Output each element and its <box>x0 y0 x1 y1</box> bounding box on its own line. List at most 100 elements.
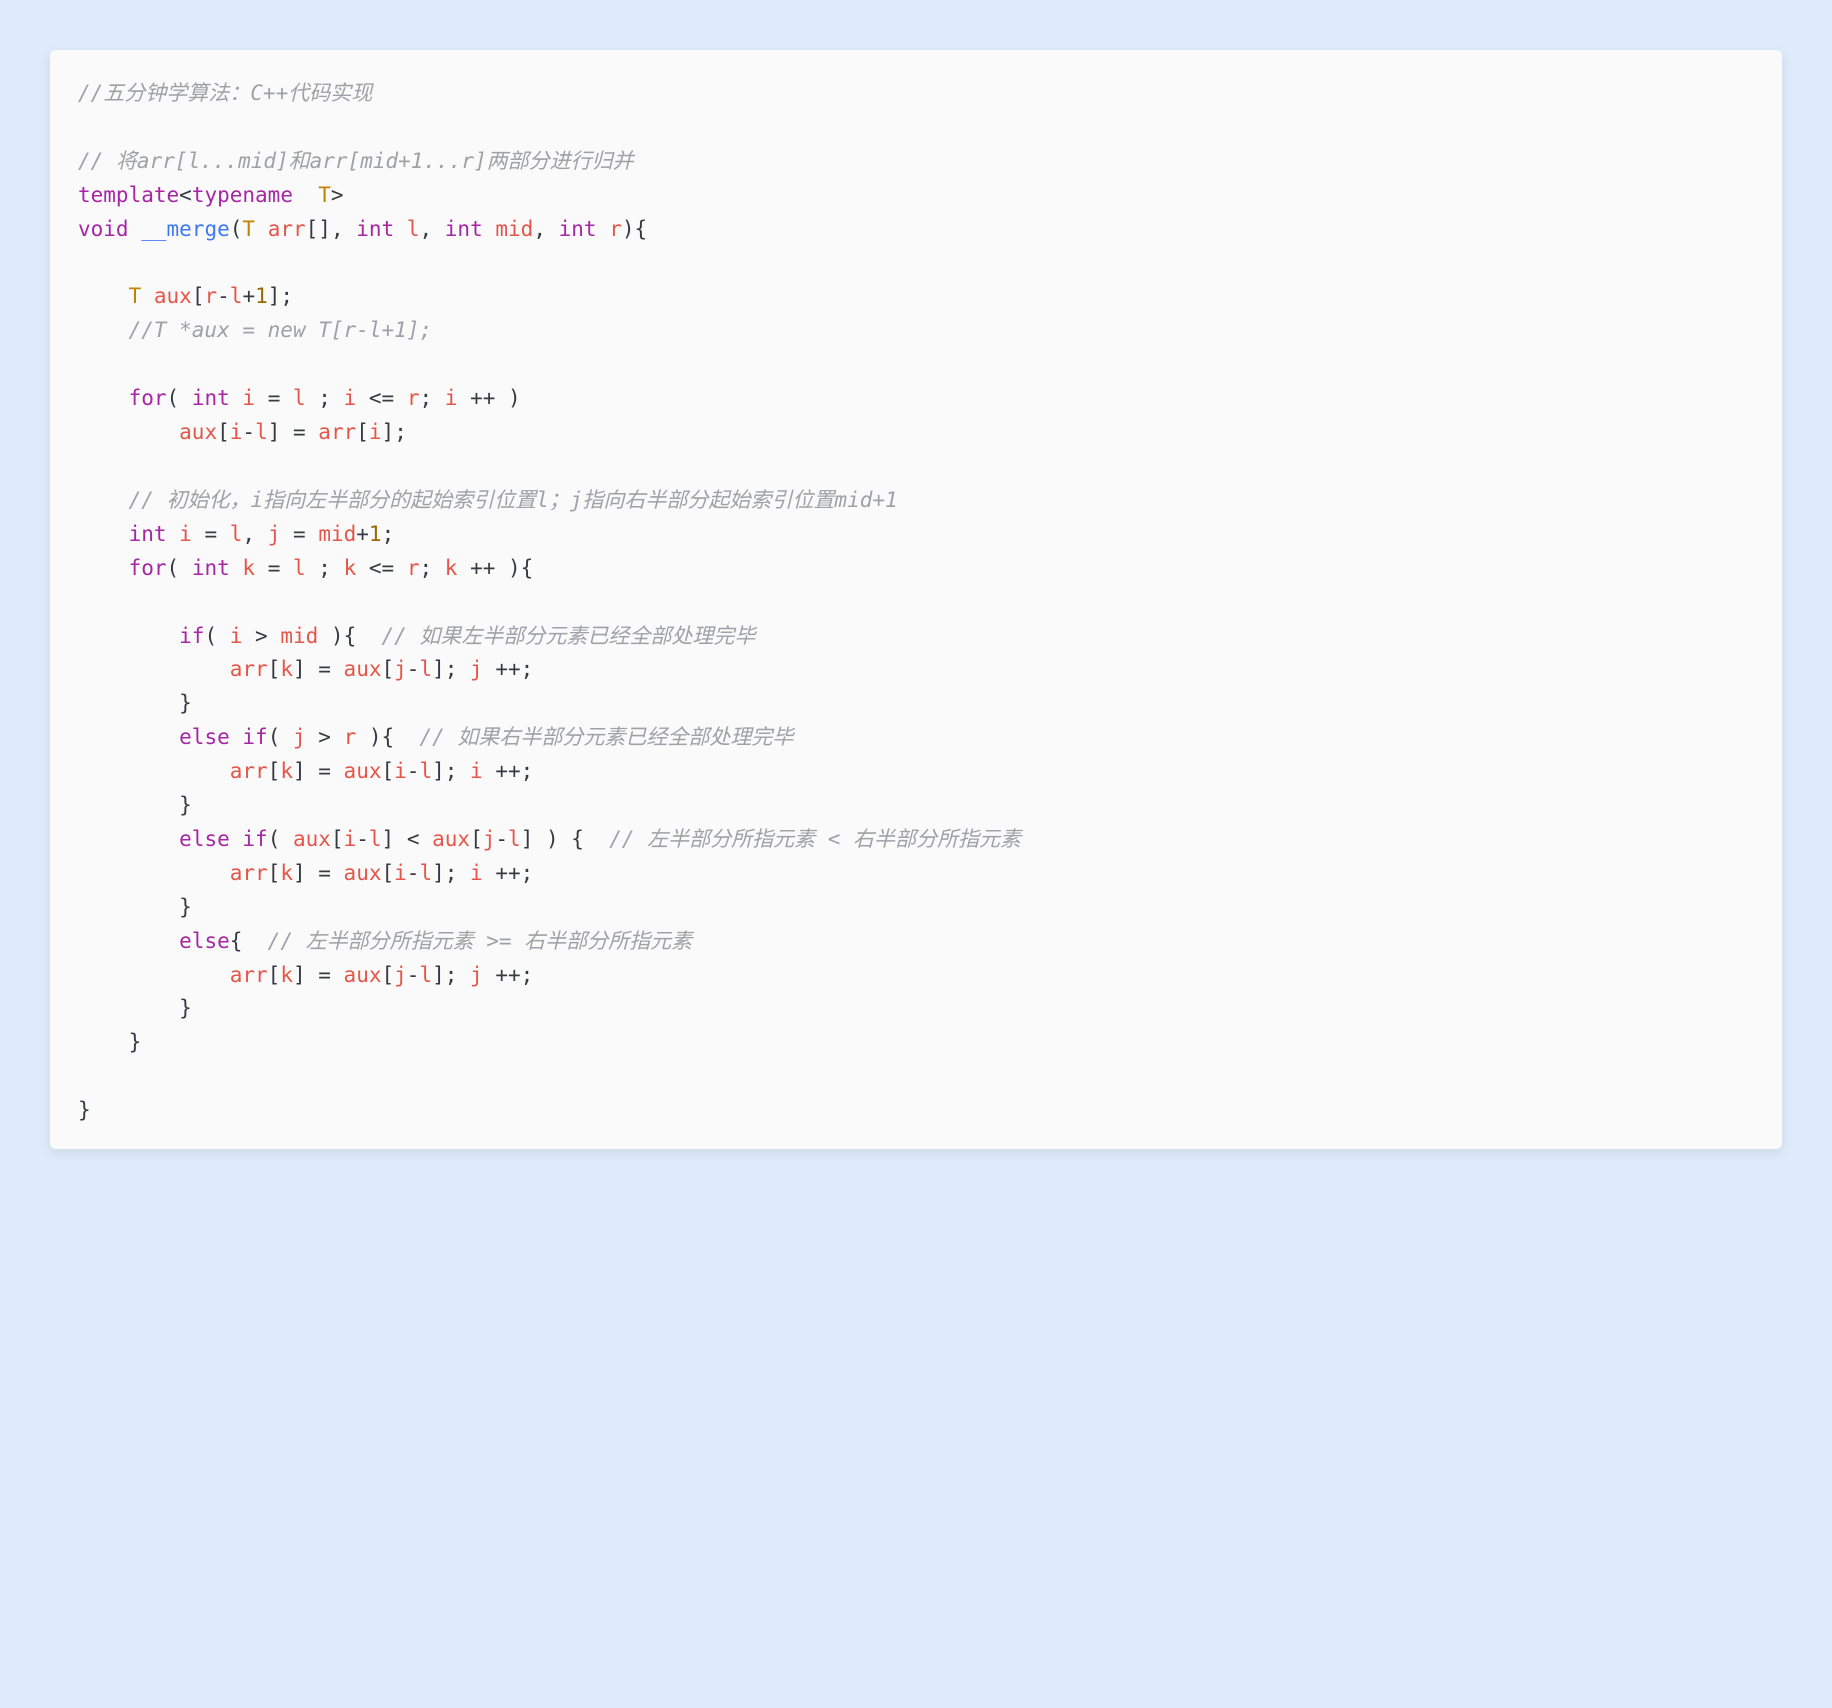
code-token: mid <box>495 217 533 241</box>
code-token: , <box>242 522 267 546</box>
code-token: [ <box>268 759 281 783</box>
code-token: = <box>192 522 230 546</box>
code-token: // 如果左半部分元素已经全部处理完毕 <box>382 624 756 648</box>
code-token: T <box>318 183 331 207</box>
code-token: <= <box>356 386 407 410</box>
code-token: { <box>230 929 268 953</box>
code-token: r <box>344 725 357 749</box>
code-token: // 如果右半部分元素已经全部处理完毕 <box>419 725 793 749</box>
code-token: aux <box>344 861 382 885</box>
code-token: // 初始化，i指向左半部分的起始索引位置l；j指向右半部分起始索引位置mid+… <box>129 488 898 512</box>
code-token: T <box>242 217 255 241</box>
code-token: l <box>255 420 268 444</box>
code-token <box>394 217 407 241</box>
code-token: template <box>78 183 179 207</box>
code-token: k <box>280 861 293 885</box>
code-token: l <box>419 963 432 987</box>
code-token: < <box>179 183 192 207</box>
code-content: //五分钟学算法：C++代码实现 // 将arr[l...mid]和arr[mi… <box>78 81 1021 1122</box>
code-token: if <box>242 827 267 851</box>
code-token: ] = <box>293 759 344 783</box>
code-token: arr <box>230 657 268 681</box>
code-token: arr <box>268 217 306 241</box>
code-token: ++; <box>483 759 534 783</box>
code-token: i <box>230 624 243 648</box>
code-token: } <box>78 996 192 1020</box>
code-token: j <box>268 522 281 546</box>
code-token <box>597 217 610 241</box>
code-token: int <box>559 217 597 241</box>
code-token: arr <box>230 963 268 987</box>
code-token <box>230 386 243 410</box>
code-token: ){ <box>622 217 647 241</box>
code-token: ( <box>268 725 293 749</box>
code-token: } <box>78 793 192 817</box>
code-token: [ <box>268 963 281 987</box>
code-token: [ <box>268 861 281 885</box>
code-token: l <box>293 556 306 580</box>
code-token: j <box>394 963 407 987</box>
code-token <box>78 759 230 783</box>
code-token: } <box>78 691 192 715</box>
code-token: r <box>204 284 217 308</box>
code-token: typename <box>192 183 293 207</box>
code-token: - <box>407 759 420 783</box>
code-token: + <box>356 522 369 546</box>
code-token: ; <box>382 522 395 546</box>
code-token <box>78 556 129 580</box>
code-token: T <box>129 284 142 308</box>
code-token: aux <box>344 759 382 783</box>
code-token: [ <box>356 420 369 444</box>
code-token: // 左半部分所指元素 >= 右半部分所指元素 <box>268 929 693 953</box>
code-token <box>78 522 129 546</box>
code-token: ]; <box>432 657 470 681</box>
code-block[interactable]: //五分钟学算法：C++代码实现 // 将arr[l...mid]和arr[mi… <box>78 78 1754 1129</box>
code-token: - <box>407 963 420 987</box>
code-token: [], <box>306 217 357 241</box>
code-token: ){ <box>356 725 419 749</box>
code-token: [ <box>192 284 205 308</box>
code-token: [ <box>381 657 394 681</box>
code-token: else <box>179 827 230 851</box>
code-token: aux <box>179 420 217 444</box>
code-token: ] ) { <box>521 827 610 851</box>
code-token: i <box>179 522 192 546</box>
code-token: > <box>331 183 344 207</box>
code-token: r <box>609 217 622 241</box>
code-token: mid <box>318 522 356 546</box>
code-token: ( <box>167 386 192 410</box>
code-token: l <box>230 522 243 546</box>
code-token: 1 <box>255 284 268 308</box>
code-token: l <box>369 827 382 851</box>
code-token: ; <box>306 386 344 410</box>
code-token: aux <box>154 284 192 308</box>
code-token: ]; <box>432 861 470 885</box>
code-token: ] = <box>293 861 344 885</box>
code-token: i <box>394 861 407 885</box>
code-token: - <box>495 827 508 851</box>
code-token: k <box>280 657 293 681</box>
code-token: - <box>407 657 420 681</box>
code-token: l <box>419 759 432 783</box>
code-token: int <box>192 556 230 580</box>
code-token: aux <box>432 827 470 851</box>
code-token: } <box>78 1030 141 1054</box>
code-token: l <box>407 217 420 241</box>
code-token: - <box>217 284 230 308</box>
code-token <box>141 284 154 308</box>
code-token: int <box>129 522 167 546</box>
code-token: = <box>255 556 293 580</box>
code-token <box>293 183 318 207</box>
code-token <box>129 217 142 241</box>
code-token: j <box>470 657 483 681</box>
code-token: ){ <box>318 624 381 648</box>
code-token: //五分钟学算法：C++代码实现 <box>78 81 372 105</box>
code-token: for <box>129 386 167 410</box>
code-token: j <box>470 963 483 987</box>
code-token: - <box>242 420 255 444</box>
code-token <box>78 827 179 851</box>
code-token: arr <box>230 861 268 885</box>
code-token: j <box>394 657 407 681</box>
code-token: ] = <box>293 657 344 681</box>
code-token: int <box>356 217 394 241</box>
